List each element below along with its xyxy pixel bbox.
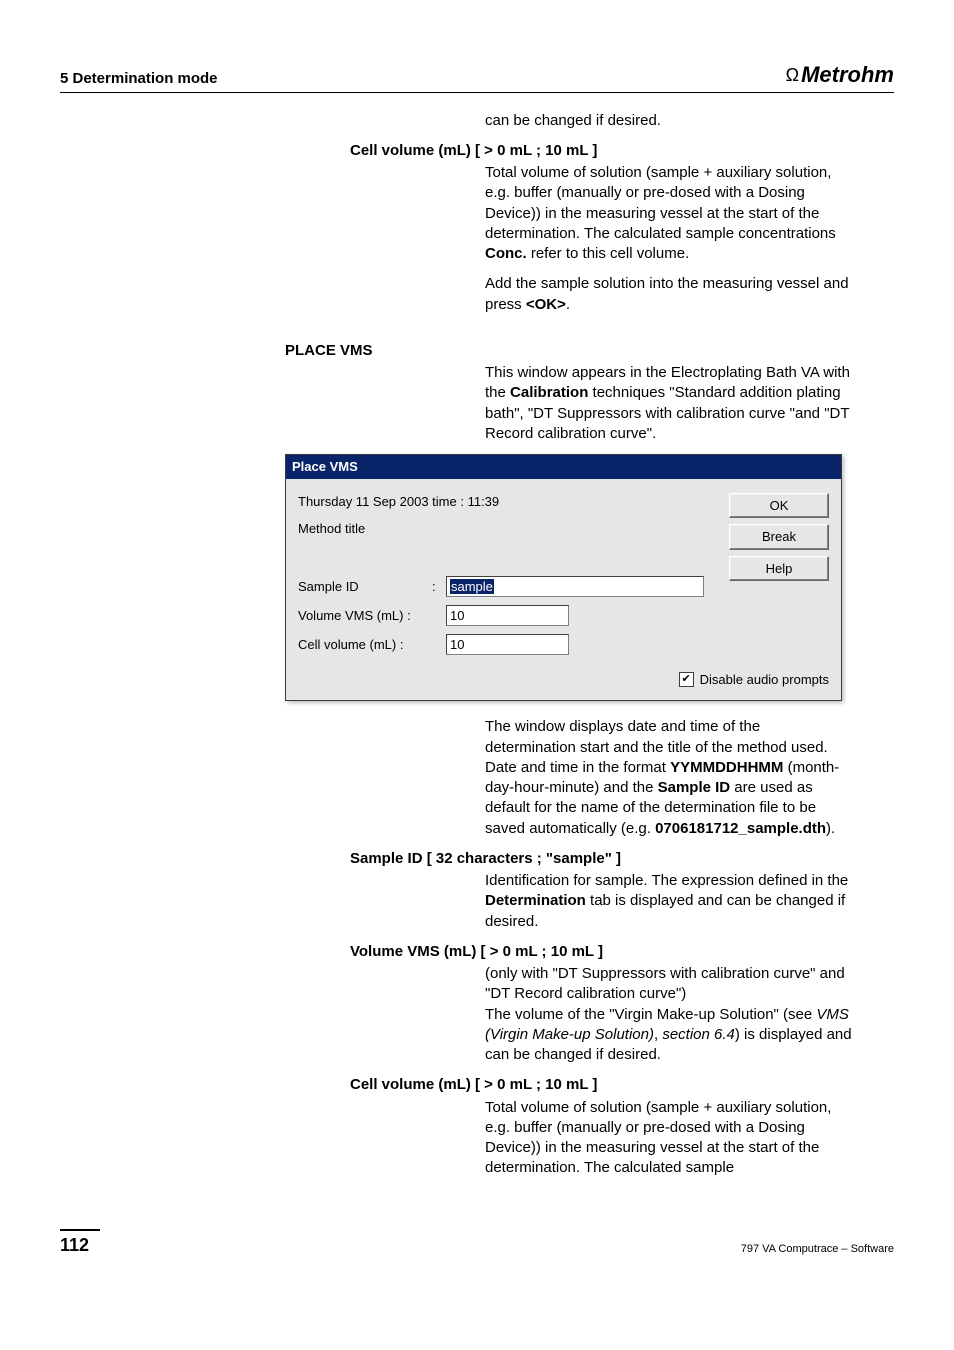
sample-id-desc: Identification for sample. The expressio…: [485, 871, 854, 932]
cell-volume-title-2: Cell volume (mL) [ > 0 mL ; 10 mL ]: [350, 1075, 854, 1095]
disable-audio-label: Disable audio prompts: [700, 671, 829, 689]
cell-volume-desc-1: Total volume of solution (sample + auxil…: [485, 163, 854, 264]
dialog-titlebar: Place VMS: [286, 455, 841, 479]
place-vms-dialog: Place VMS Thursday 11 Sep 2003 time : 11…: [285, 454, 842, 701]
page-number: 112: [60, 1229, 100, 1257]
disable-audio-checkbox[interactable]: ✔: [679, 672, 694, 687]
intro-line: can be changed if desired.: [485, 111, 854, 131]
brand-omega-icon: Ω: [786, 63, 799, 87]
sample-id-title: Sample ID [ 32 characters ; "sample" ]: [350, 849, 854, 869]
volume-vms-label: Volume VMS (mL) :: [298, 607, 426, 625]
volume-vms-input[interactable]: [446, 605, 569, 626]
place-vms-desc: This window appears in the Electroplatin…: [485, 363, 854, 444]
cell-volume-instruction: Add the sample solution into the measuri…: [485, 274, 854, 315]
help-button[interactable]: Help: [729, 556, 829, 582]
cell-volume-input[interactable]: [446, 634, 569, 655]
sample-id-label: Sample ID: [298, 578, 426, 596]
cell-volume-label: Cell volume (mL) :: [298, 636, 426, 654]
cell-volume-title-1: Cell volume (mL) [ > 0 mL ; 10 mL ]: [350, 141, 854, 161]
cell-volume-desc-2: Total volume of solution (sample + auxil…: [485, 1098, 854, 1179]
dialog-datetime: Thursday 11 Sep 2003 time : 11:39: [298, 493, 719, 511]
brand-logo: ΩMetrohm: [786, 60, 894, 90]
header-chapter: 5 Determination mode: [60, 69, 218, 89]
footer-product: 797 VA Computrace – Software: [741, 1242, 894, 1257]
volume-vms-title: Volume VMS (mL) [ > 0 mL ; 10 mL ]: [350, 942, 854, 962]
ok-button[interactable]: OK: [729, 493, 829, 519]
after-dialog-desc: The window displays date and time of the…: [485, 717, 854, 839]
volume-vms-desc: (only with "DT Suppressors with calibrat…: [485, 964, 854, 1065]
break-button[interactable]: Break: [729, 524, 829, 550]
method-title-label: Method title: [298, 520, 719, 538]
place-vms-heading: PLACE VMS: [285, 341, 894, 361]
sample-id-input[interactable]: sample: [446, 576, 704, 597]
